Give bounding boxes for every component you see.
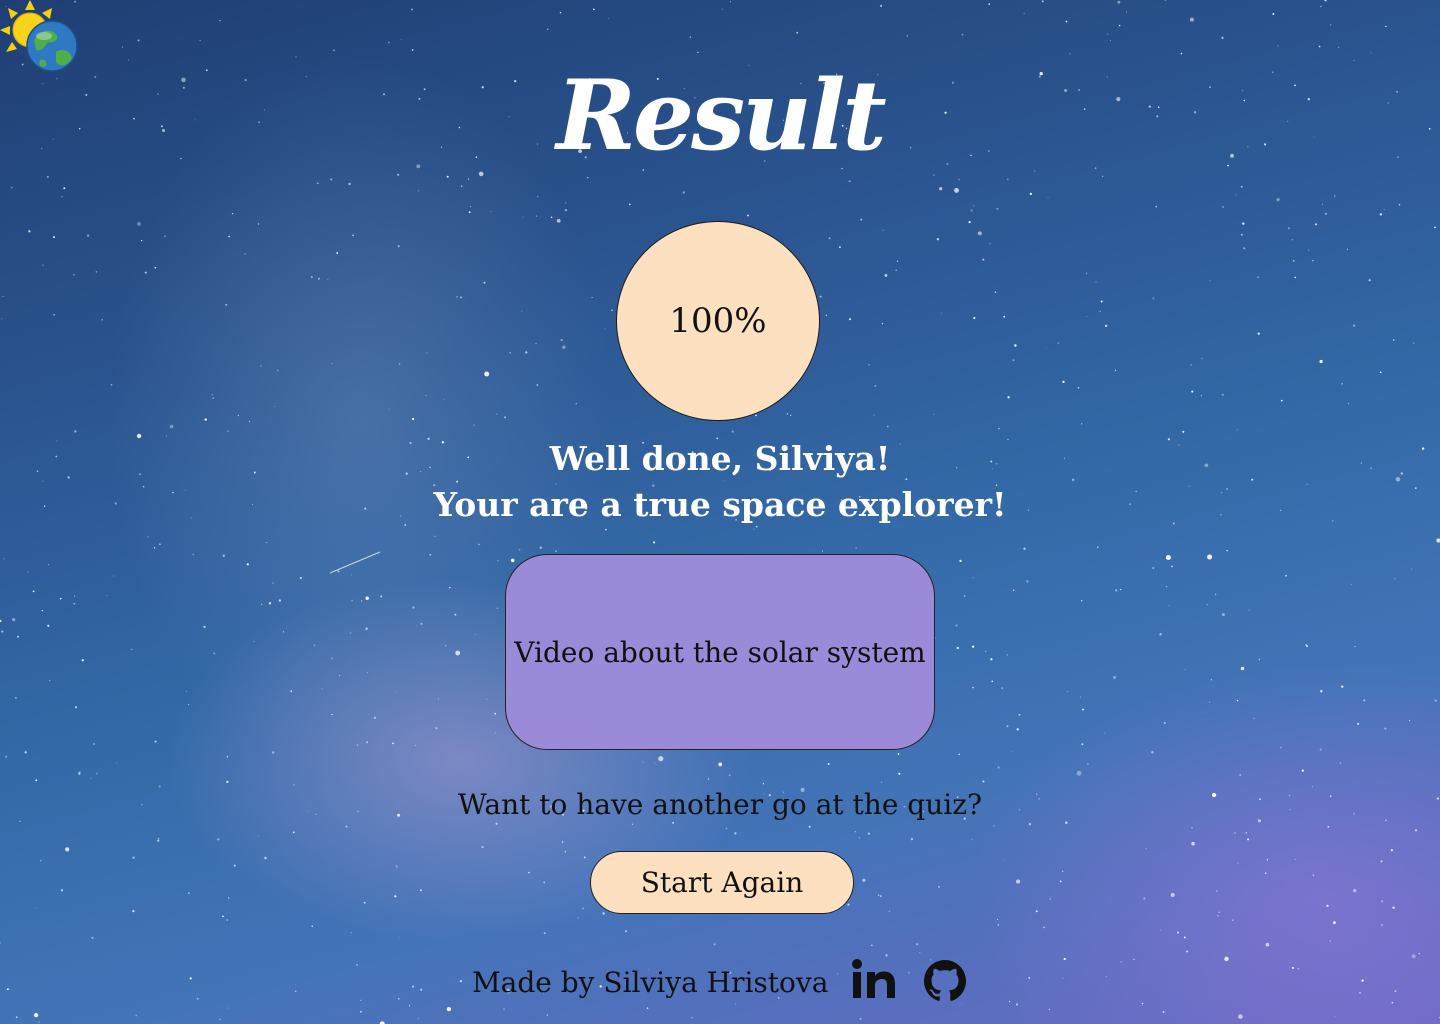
footer-credit: Made by Silviya Hristova bbox=[472, 966, 829, 999]
start-again-button[interactable]: Start Again bbox=[590, 851, 854, 914]
linkedin-icon[interactable] bbox=[851, 958, 897, 1002]
page-title: Result bbox=[556, 59, 887, 172]
message-line-2: Your are a true space explorer! bbox=[433, 485, 1007, 524]
score-circle: 100% bbox=[616, 221, 820, 421]
result-message: Well done, Silviya! Your are a true spac… bbox=[0, 436, 1440, 528]
message-line-1: Well done, Silviya! bbox=[549, 439, 891, 478]
video-solar-system-button[interactable]: Video about the solar system bbox=[505, 554, 935, 750]
score-value: 100% bbox=[669, 301, 767, 341]
retry-prompt: Want to have another go at the quiz? bbox=[458, 788, 982, 821]
github-icon[interactable] bbox=[922, 958, 968, 1002]
start-again-label: Start Again bbox=[640, 866, 804, 899]
video-button-label: Video about the solar system bbox=[514, 635, 926, 669]
